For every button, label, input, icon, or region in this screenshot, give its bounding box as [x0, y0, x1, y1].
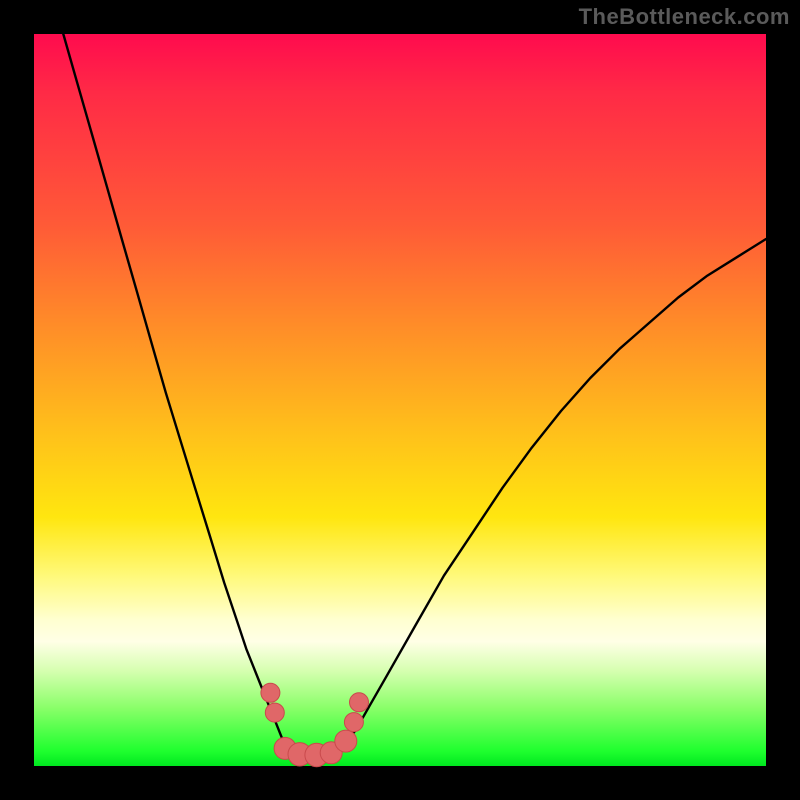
valley-marker — [344, 713, 363, 732]
valley-marker — [261, 683, 280, 702]
chart-frame: TheBottleneck.com — [0, 0, 800, 800]
valley-marker — [350, 693, 369, 712]
watermark-text: TheBottleneck.com — [579, 4, 790, 30]
series-left-branch — [63, 34, 290, 751]
chart-svg — [34, 34, 766, 766]
plot-area — [34, 34, 766, 766]
series-right-branch — [341, 239, 766, 749]
valley-marker — [335, 730, 357, 752]
valley-marker — [265, 703, 284, 722]
curve-layer — [63, 34, 766, 757]
